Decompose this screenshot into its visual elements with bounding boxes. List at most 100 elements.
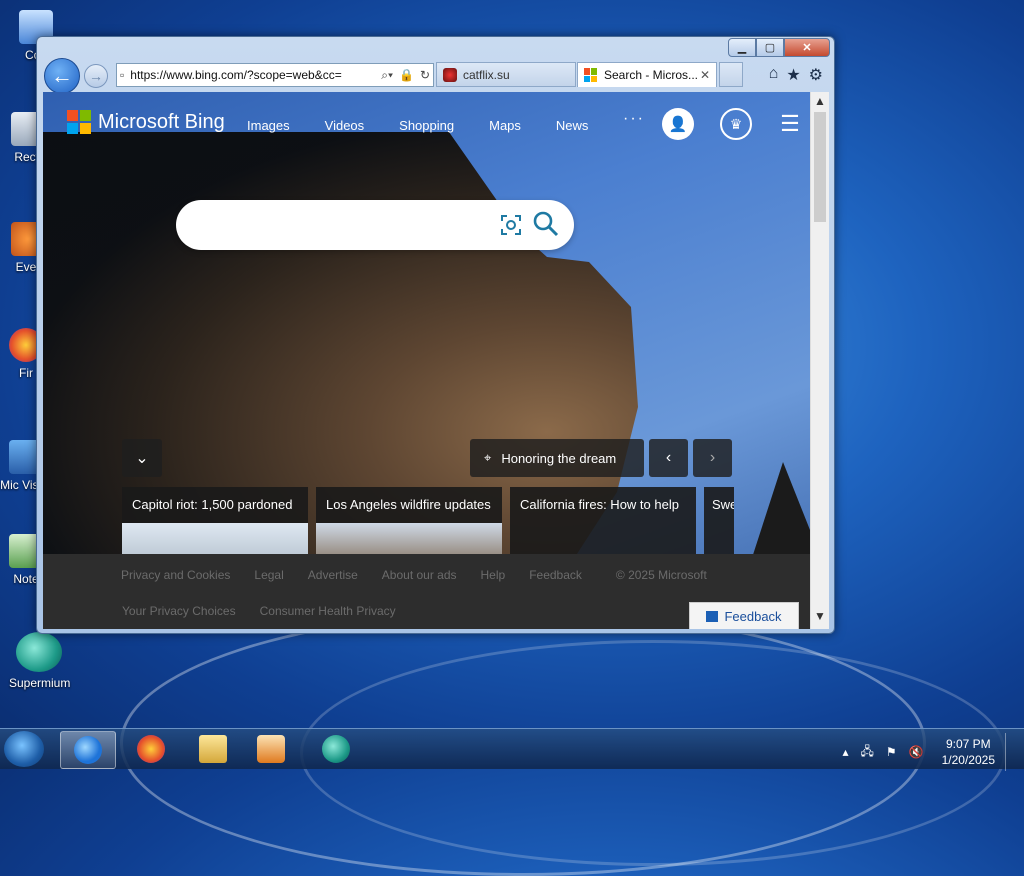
back-button[interactable]: ← [44, 58, 80, 94]
footer-link[interactable]: Consumer Health Privacy [260, 604, 396, 618]
taskbar-firefox[interactable] [124, 731, 178, 767]
feedback-label: Feedback [724, 609, 782, 624]
browser-toolbar: ← → ▫ https://www.bing.com/?scope=web&cc… [42, 58, 829, 94]
taskbar: ▴ 🖧 ⚑ 🔇 9:07 PM 1/20/2025 [0, 728, 1024, 771]
volume-muted-icon[interactable]: 🔇 [909, 745, 924, 759]
scroll-down-icon[interactable]: ▼ [813, 609, 827, 625]
nav-news[interactable]: News [556, 118, 589, 133]
firefox-icon [137, 735, 165, 763]
footer-link[interactable]: About our ads [382, 568, 457, 582]
browser-right-tools: ⌂ ★ ⚙ [769, 65, 823, 85]
desktop-icon-label: Supermium [9, 676, 71, 690]
tab-catflix[interactable]: catflix.su [436, 62, 576, 87]
forward-button[interactable]: → [84, 64, 108, 88]
catflix-favicon-icon [443, 67, 457, 82]
desktop-icon-supermium[interactable]: Supermium [9, 632, 71, 690]
folder-icon [199, 735, 227, 763]
footer-link[interactable]: Your Privacy Choices [122, 604, 236, 618]
browser-window: ▁ ▢ ✕ ← → ▫ https://www.bing.com/?scope=… [36, 36, 835, 634]
bing-logo[interactable]: Microsoft Bing [67, 110, 225, 134]
chevron-down-icon: ⌄ [135, 450, 149, 467]
nav-images[interactable]: Images [247, 118, 290, 133]
taskbar-media-player[interactable] [244, 731, 298, 767]
news-card-title: Swe [712, 497, 734, 512]
hamburger-menu-icon[interactable]: ☰ [774, 108, 806, 140]
nav-maps[interactable]: Maps [489, 118, 521, 133]
news-card-title: California fires: How to help [520, 497, 679, 512]
window-caption-buttons: ▁ ▢ ✕ [728, 38, 830, 57]
settings-gear-icon[interactable]: ⚙ [809, 65, 823, 85]
feedback-button[interactable]: Feedback [689, 602, 799, 629]
footer-link[interactable]: Feedback [529, 568, 582, 582]
chevron-left-icon: ‹ [665, 449, 672, 466]
bing-nav: Images Videos Shopping Maps News [247, 118, 623, 133]
footer-link[interactable]: Privacy and Cookies [121, 568, 230, 582]
internet-explorer-icon [74, 736, 102, 764]
show-hidden-icons-icon[interactable]: ▴ [842, 745, 848, 759]
clock-time: 9:07 PM [945, 737, 991, 751]
network-icon[interactable]: 🖧 [861, 742, 874, 763]
news-card-title: Los Angeles wildfire updates [326, 497, 491, 512]
news-card-thumbnail [122, 523, 308, 557]
scroll-up-icon[interactable]: ▲ [813, 94, 827, 110]
chevron-right-icon: › [709, 449, 716, 466]
nav-videos[interactable]: Videos [325, 118, 365, 133]
news-card[interactable]: California fires: How to help [510, 487, 696, 557]
footer-link[interactable]: Legal [254, 568, 283, 582]
rewards-trophy-icon[interactable]: ♛ [720, 108, 752, 140]
taskbar-supermium[interactable] [309, 731, 363, 767]
bing-favicon-icon [584, 68, 598, 82]
image-caption: Honoring the dream [501, 450, 617, 466]
tab-title: catflix.su [463, 67, 510, 82]
bing-header: Microsoft Bing Images Videos Shopping Ma… [43, 92, 810, 147]
next-image-button[interactable]: › [693, 439, 732, 477]
news-card[interactable]: Los Angeles wildfire updates [316, 487, 502, 557]
favorites-star-icon[interactable]: ★ [786, 65, 800, 85]
footer-link[interactable]: Help [481, 568, 506, 582]
action-center-flag-icon[interactable]: ⚑ [886, 745, 897, 759]
start-button[interactable] [4, 731, 44, 767]
feedback-icon [706, 611, 719, 622]
microsoft-logo-icon [67, 110, 91, 134]
footer-links-row2: Your Privacy Choices Consumer Health Pri… [122, 604, 420, 618]
show-desktop-button[interactable] [1005, 733, 1018, 771]
bing-page: Microsoft Bing Images Videos Shopping Ma… [43, 92, 810, 629]
image-info-button[interactable]: ⌖ Honoring the dream [470, 439, 644, 477]
system-tray: ▴ 🖧 ⚑ 🔇 9:07 PM 1/20/2025 [842, 733, 1018, 771]
taskbar-internet-explorer[interactable] [60, 731, 116, 769]
search-dropdown-icon[interactable]: ⌕▾ [378, 68, 396, 83]
minimize-button[interactable]: ▁ [728, 38, 756, 57]
page-icon: ▫ [120, 68, 125, 82]
profile-icon[interactable]: 👤 [662, 108, 694, 140]
news-card-thumbnail [316, 523, 502, 557]
copyright: © 2025 Microsoft [615, 568, 707, 582]
tab-bing-search[interactable]: Search - Micros... ✕ [577, 62, 717, 87]
address-bar[interactable]: ▫ https://www.bing.com/?scope=web&cc= ⌕▾… [116, 63, 434, 87]
previous-image-button[interactable]: ‹ [649, 439, 688, 477]
close-window-button[interactable]: ✕ [784, 38, 830, 57]
search-icon[interactable] [532, 210, 560, 238]
footer-link[interactable]: Advertise [308, 568, 358, 582]
vertical-scrollbar[interactable]: ▲ ▼ [810, 92, 829, 629]
search-input[interactable] [192, 213, 496, 239]
lock-icon[interactable]: 🔒 [396, 68, 417, 82]
media-player-icon [257, 735, 285, 763]
maximize-button[interactable]: ▢ [756, 38, 784, 57]
refresh-icon[interactable]: ↻ [417, 68, 433, 82]
visual-search-icon[interactable] [499, 213, 523, 237]
news-card[interactable]: Capitol riot: 1,500 pardoned [122, 487, 308, 557]
nav-shopping[interactable]: Shopping [399, 118, 454, 133]
search-box [176, 200, 574, 250]
news-card-title: Capitol riot: 1,500 pardoned [132, 497, 293, 512]
bing-logo-text: Microsoft Bing [98, 110, 225, 133]
scrollbar-thumb[interactable] [814, 112, 826, 222]
more-nav-icon[interactable]: ··· [623, 110, 645, 128]
clock[interactable]: 9:07 PM 1/20/2025 [942, 736, 995, 768]
home-icon[interactable]: ⌂ [769, 65, 779, 85]
new-tab-button[interactable] [719, 62, 743, 87]
taskbar-file-explorer[interactable] [186, 731, 240, 767]
address-url[interactable]: https://www.bing.com/?scope=web&cc= [127, 68, 378, 82]
close-tab-icon[interactable]: ✕ [700, 68, 710, 82]
news-card[interactable]: Swe [704, 487, 734, 557]
collapse-feed-button[interactable]: ⌄ [122, 439, 162, 477]
